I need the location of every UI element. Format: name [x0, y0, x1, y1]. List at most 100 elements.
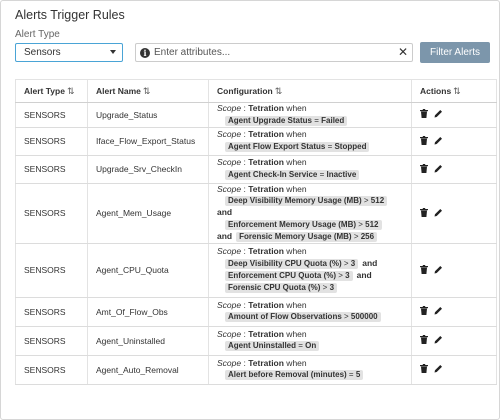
trash-icon[interactable]: [420, 306, 428, 317]
configuration-cell: Scope : Tetration when Agent Upgrade Stat…: [208, 102, 412, 128]
scope-value: Tetration: [248, 183, 284, 194]
trash-icon[interactable]: [420, 135, 428, 147]
scope-value: Tetration: [248, 157, 284, 168]
condition-chip: Deep Visibility CPU Quota (%) > 3: [225, 258, 359, 269]
condition-chip: Agent Upgrade Status = Failed: [225, 115, 348, 126]
pencil-icon[interactable]: [434, 136, 443, 147]
and-operator: and: [362, 257, 378, 268]
scope-line: Scope : Tetration when: [217, 329, 411, 341]
condition-chip: Agent Uninstalled = On: [225, 341, 320, 352]
condition-value: 5: [355, 370, 361, 380]
condition-chip: Forensic Memory Usage (MB) > 256: [236, 231, 378, 242]
column-header-label: Configuration: [217, 85, 273, 96]
pencil-icon[interactable]: [434, 208, 443, 219]
chevron-down-icon: [110, 50, 116, 54]
alert-name-cell: Amt_Of_Flow_Obs: [87, 297, 209, 327]
actions-cell: [411, 326, 497, 356]
condition-chip: Agent Flow Export Status = Stopped: [225, 141, 370, 152]
condition-operator: =: [296, 341, 306, 351]
sort-arrows-icon[interactable]: ⇅: [275, 86, 283, 96]
trash-icon[interactable]: [420, 163, 428, 175]
close-icon[interactable]: ✕: [398, 45, 408, 60]
pencil-icon[interactable]: [434, 335, 443, 346]
condition-operator: >: [341, 312, 351, 322]
actions-cell: [411, 297, 497, 327]
scope-label: Scope: [217, 357, 242, 368]
when-text: when: [283, 328, 307, 339]
alert-name-cell: Agent_Mem_Usage: [87, 183, 209, 244]
table-header-row: Alert Type ⇅ Alert Name ⇅ Configuration ⇅ A…: [15, 79, 497, 103]
when-text: when: [283, 183, 307, 194]
sort-arrows-icon[interactable]: ⇅: [453, 86, 461, 96]
pencil-icon[interactable]: [434, 164, 443, 175]
pencil-icon[interactable]: [434, 265, 443, 276]
alert-name-cell: Upgrade_Status: [87, 102, 209, 128]
column-header-configuration[interactable]: Configuration ⇅: [208, 79, 412, 103]
trash-icon[interactable]: [420, 207, 428, 219]
pencil-icon[interactable]: [434, 364, 443, 375]
scope-value: Tetration: [248, 103, 284, 113]
when-text: when: [283, 103, 307, 113]
column-header-actions[interactable]: Actions ⇅: [411, 79, 497, 103]
sort-arrows-icon[interactable]: ⇅: [143, 86, 151, 96]
actions-cell: [411, 102, 497, 128]
condition-chip: Deep Visibility Memory Usage (MB) > 512: [225, 196, 388, 206]
page-title: Alerts Trigger Rules: [15, 8, 125, 22]
and-operator: and: [356, 269, 372, 280]
scope-line: Scope : Tetration when: [217, 157, 411, 169]
condition-value: 3: [345, 270, 350, 280]
sort-arrows-icon[interactable]: ⇅: [67, 86, 75, 96]
condition-value: Stopped: [334, 141, 367, 151]
and-operator: and: [217, 207, 233, 217]
column-header-alert-type[interactable]: Alert Type ⇅: [15, 79, 88, 103]
trash-icon[interactable]: [420, 364, 428, 375]
actions-cell: [411, 243, 497, 298]
actions-cell: [411, 127, 497, 156]
configuration-cell: Scope : Tetration when Agent Uninstalled …: [208, 326, 412, 356]
alert-type-cell: SENSORS: [15, 183, 88, 244]
table-row: SENSORS Amt_Of_Flow_Obs Scope : Tetration …: [15, 297, 497, 327]
alert-type-cell: SENSORS: [15, 326, 88, 356]
configuration-cell: Scope : Tetration when Deep Visibility Me…: [208, 183, 412, 244]
attribute-search: i ✕: [135, 43, 413, 62]
pencil-icon[interactable]: [434, 306, 443, 317]
alert-type-select[interactable]: Sensors: [15, 43, 123, 62]
configuration-cell: Scope : Tetration when Amount of Flow Obs…: [208, 297, 412, 327]
scope-line: Scope : Tetration when: [217, 129, 411, 141]
condition-field: Enforcement Memory Usage (MB): [228, 219, 357, 229]
search-input[interactable]: [154, 45, 394, 60]
condition-value: Failed: [321, 115, 345, 125]
scope-value: Tetration: [248, 129, 284, 140]
condition-field: Deep Visibility Memory Usage (MB): [228, 196, 362, 205]
alert-type-cell: SENSORS: [15, 155, 88, 184]
condition-field: Deep Visibility CPU Quota (%): [228, 258, 342, 268]
alert-type-cell: SENSORS: [15, 355, 88, 385]
trash-icon[interactable]: [420, 109, 428, 120]
condition-chip: Enforcement CPU Quota (%) > 3: [225, 270, 353, 281]
scope-value: Tetration: [248, 328, 284, 339]
scope-line: Scope : Tetration when: [217, 300, 411, 312]
alert-type-cell: SENSORS: [15, 243, 88, 298]
table-row: SENSORS Upgrade_Status Scope : Tetration w…: [15, 102, 497, 128]
configuration-cell: Scope : Tetration when Alert before Remov…: [208, 355, 412, 385]
condition-value: Inactive: [326, 169, 357, 179]
alert-name-cell: Agent_CPU_Quota: [87, 243, 209, 298]
condition-field: Agent Flow Export Status: [228, 141, 326, 151]
scope-value: Tetration: [248, 246, 284, 257]
column-header-alert-name[interactable]: Alert Name ⇅: [87, 79, 209, 103]
table-row: SENSORS Agent_Mem_Usage Scope : Tetration …: [15, 183, 497, 244]
filter-alerts-button[interactable]: Filter Alerts: [420, 42, 490, 63]
condition-field: Enforcement CPU Quota (%): [228, 270, 337, 280]
trash-icon[interactable]: [420, 264, 428, 276]
alert-type-selected: Sensors: [24, 47, 61, 58]
table-row: SENSORS Agent_Uninstalled Scope : Tetratio…: [15, 326, 497, 356]
condition-chip: Enforcement Memory Usage (MB) > 512: [225, 219, 382, 230]
scope-value: Tetration: [248, 299, 284, 310]
trash-icon[interactable]: [420, 335, 428, 346]
condition-operator: >: [361, 196, 371, 205]
condition-field: Amount of Flow Observations: [228, 312, 342, 322]
condition-chip: Alert before Removal (minutes) = 5: [225, 370, 364, 381]
pencil-icon[interactable]: [434, 109, 443, 120]
scope-label: Scope: [217, 183, 242, 194]
scope-line: Scope : Tetration when: [217, 103, 411, 115]
